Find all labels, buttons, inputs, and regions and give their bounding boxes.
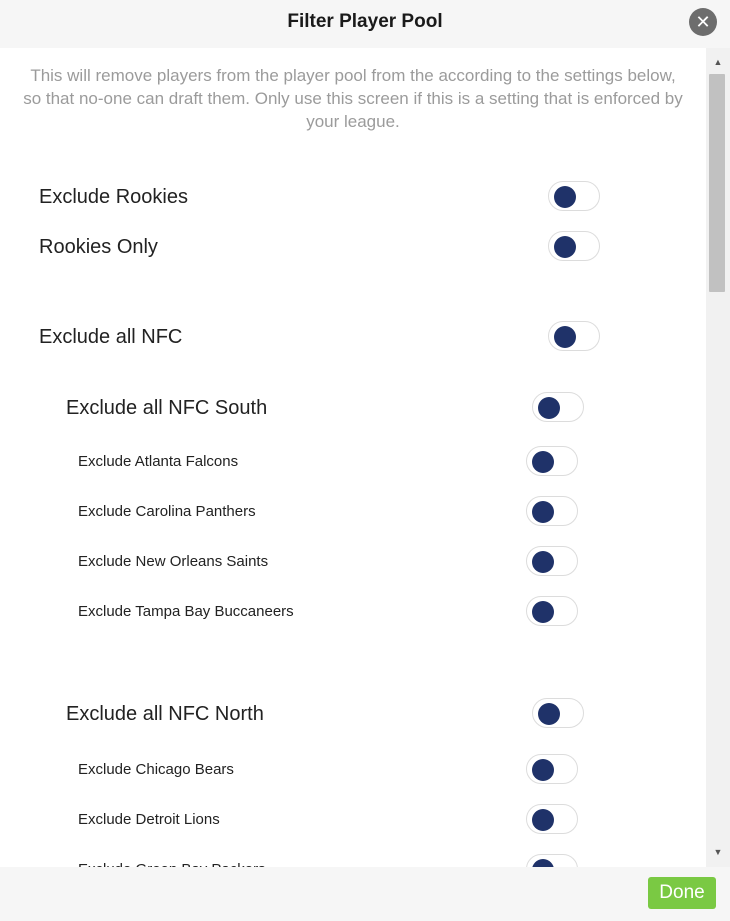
filter-row-tampa-bay-buccaneers: Exclude Tampa Bay Buccaneers: [0, 592, 706, 632]
filter-row-green-bay-packers: Exclude Green Bay Packers: [0, 850, 706, 867]
toggle-knob: [532, 501, 554, 523]
dialog-header: Filter Player Pool ✕: [0, 0, 730, 48]
toggle-knob: [532, 551, 554, 573]
toggle-knob: [532, 759, 554, 781]
filter-label: Exclude Carolina Panthers: [78, 503, 256, 520]
filter-row-nfc-south: Exclude all NFC South: [0, 388, 706, 428]
description-text: This will remove players from the player…: [23, 66, 683, 131]
filter-label: Exclude all NFC: [39, 326, 183, 348]
filter-row-detroit-lions: Exclude Detroit Lions: [0, 800, 706, 840]
chicago-bears-toggle[interactable]: [526, 754, 578, 784]
filter-row-chicago-bears: Exclude Chicago Bears: [0, 750, 706, 790]
filter-label: Exclude Rookies: [39, 186, 188, 208]
filter-label: Exclude Green Bay Packers: [78, 850, 266, 867]
filter-row-carolina-panthers: Exclude Carolina Panthers: [0, 492, 706, 532]
filter-label: Exclude Atlanta Falcons: [78, 453, 239, 470]
toggle-knob: [532, 859, 554, 867]
filter-row-new-orleans-saints: Exclude New Orleans Saints: [0, 542, 706, 582]
filter-label: Rookies Only: [39, 236, 158, 258]
filter-label: Exclude Detroit Lions: [78, 811, 220, 828]
filter-row-exclude-nfc: Exclude all NFC: [0, 317, 706, 357]
filter-row-exclude-rookies: Exclude Rookies: [0, 177, 706, 217]
toggle-knob: [554, 236, 576, 258]
rookies-only-toggle[interactable]: [548, 231, 600, 261]
filter-label: Exclude Tampa Bay Buccaneers: [78, 603, 294, 620]
toggle-knob: [532, 601, 554, 623]
dialog-title: Filter Player Pool: [287, 11, 443, 32]
dialog-content[interactable]: This will remove players from the player…: [0, 48, 706, 867]
dialog-footer: Done: [0, 867, 730, 921]
close-button[interactable]: ✕: [689, 8, 717, 36]
scroll-down-arrow-icon[interactable]: ▼: [706, 842, 730, 862]
filter-row-nfc-north: Exclude all NFC North: [0, 694, 706, 734]
done-button[interactable]: Done: [648, 877, 716, 909]
filter-label: Exclude New Orleans Saints: [78, 553, 269, 570]
new-orleans-saints-toggle[interactable]: [526, 546, 578, 576]
toggle-knob: [532, 451, 554, 473]
exclude-nfc-toggle[interactable]: [548, 321, 600, 351]
tampa-bay-buccaneers-toggle[interactable]: [526, 596, 578, 626]
toggle-knob: [538, 397, 560, 419]
filter-row-rookies-only: Rookies Only: [0, 227, 706, 267]
toggle-knob: [538, 703, 560, 725]
close-icon: ✕: [695, 12, 711, 32]
scroll-up-arrow-icon[interactable]: ▲: [706, 52, 730, 72]
exclude-rookies-toggle[interactable]: [548, 181, 600, 211]
detroit-lions-toggle[interactable]: [526, 804, 578, 834]
vertical-scrollbar[interactable]: ▲ ▼: [706, 48, 730, 867]
toggle-knob: [554, 186, 576, 208]
atlanta-falcons-toggle[interactable]: [526, 446, 578, 476]
filter-label: Exclude all NFC South: [66, 397, 268, 419]
toggle-knob: [532, 809, 554, 831]
toggle-knob: [554, 326, 576, 348]
green-bay-packers-toggle[interactable]: [526, 854, 578, 867]
scrollbar-thumb[interactable]: [709, 74, 725, 292]
nfc-north-toggle[interactable]: [532, 698, 584, 728]
filter-row-atlanta-falcons: Exclude Atlanta Falcons: [0, 442, 706, 482]
filter-label: Exclude Chicago Bears: [78, 761, 234, 778]
filter-label: Exclude all NFC North: [66, 703, 264, 725]
carolina-panthers-toggle[interactable]: [526, 496, 578, 526]
nfc-south-toggle[interactable]: [532, 392, 584, 422]
